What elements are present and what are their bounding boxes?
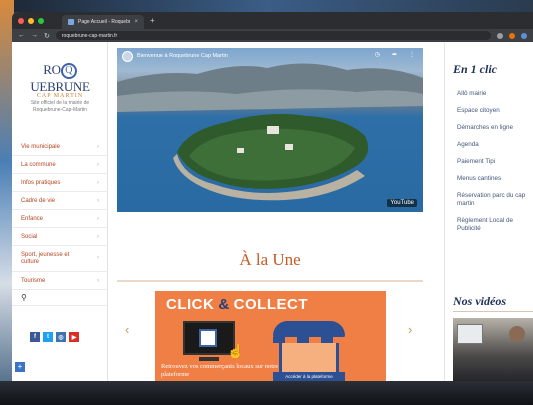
instagram-icon[interactable]: ◎	[56, 332, 66, 342]
tab-home[interactable]: Page Accueil - Roquebrune-Ca ×	[62, 15, 144, 29]
chevron-right-icon: ›	[97, 197, 99, 204]
section-title-une: À la Une	[239, 250, 301, 269]
forward-icon[interactable]: →	[31, 32, 38, 39]
social-links: f t ◎ ▶	[30, 332, 79, 342]
right-column: En 1 clic Allô mairie Espace citoyen Dém…	[444, 42, 533, 381]
quick-link-agenda[interactable]: Agenda	[457, 141, 533, 149]
menu-item-la-commune[interactable]: La commune ›	[12, 156, 108, 174]
address-bar: ← → ↻ roquebrune-cap-martin.fr	[12, 29, 533, 42]
quick-links-list: Allô mairie Espace citoyen Démarches en …	[457, 90, 533, 242]
quick-link-espace-citoyen[interactable]: Espace citoyen	[457, 107, 533, 115]
chevron-right-icon: ›	[97, 277, 99, 284]
quick-link-reglement-publicite[interactable]: Règlement Local de Publicité	[457, 217, 533, 233]
sidebar-search[interactable]: ⚲	[12, 290, 108, 306]
site-tagline: Site officiel de la mairie de Roquebrune…	[30, 100, 90, 113]
watch-later-icon[interactable]: ◷	[375, 51, 380, 58]
quick-link-reservation-parc[interactable]: Réservation parc du cap martin	[457, 192, 533, 208]
menu-item-vie-municipale[interactable]: Vie municipale ›	[12, 138, 108, 156]
tab-close-icon[interactable]: ×	[134, 19, 138, 25]
banner-text: Retrouvez vos commerçants locaux sur not…	[161, 363, 279, 378]
page-content: RO QUEBRUNE CAP MARTIN Site officiel de l…	[12, 42, 533, 381]
minimize-window-icon[interactable]	[28, 17, 34, 24]
chevron-right-icon: ›	[97, 161, 99, 168]
platform-button[interactable]: Accéder à la plateforme	[273, 372, 345, 381]
video-title[interactable]: Bienvenue à Roquebrune Cap Martin	[137, 53, 228, 59]
banner-title: CLICK & COLLECT	[166, 296, 308, 313]
new-tab-button[interactable]: +	[150, 16, 155, 25]
quick-links-title: En 1 clic	[453, 62, 497, 76]
video-thumbnail-scene	[117, 63, 423, 201]
click-collect-banner[interactable]: CLICK & COLLECT ☝ Retrouvez vos commerçant…	[155, 291, 386, 381]
chevron-right-icon: ›	[97, 233, 99, 240]
video-thumbnail[interactable]	[453, 318, 533, 381]
video-screen-illustration	[457, 324, 483, 344]
sidebar: RO QUEBRUNE CAP MARTIN Site officiel de l…	[12, 42, 108, 381]
menu-item-sport-jeunesse-culture[interactable]: Sport, jeunesse et culture ›	[12, 246, 108, 272]
zoom-in-button[interactable]: +	[15, 362, 25, 372]
chevron-right-icon: ›	[97, 143, 99, 150]
video-toolbar: ◷ ➦ ⋮	[375, 51, 415, 58]
carousel-prev-arrow[interactable]: ‹	[125, 322, 129, 337]
quick-link-allo-mairie[interactable]: Allô mairie	[457, 90, 533, 98]
menu-item-cadre-de-vie[interactable]: Cadre de vie ›	[12, 192, 108, 210]
favicon-icon	[68, 19, 74, 25]
tab-title: Page Accueil - Roquebrune-Ca	[78, 19, 130, 25]
computer-stand	[199, 357, 219, 361]
backdrop-top	[0, 0, 533, 12]
facebook-icon[interactable]: f	[30, 332, 40, 342]
chevron-right-icon: ›	[97, 179, 99, 186]
menu-item-social[interactable]: Social ›	[12, 228, 108, 246]
channel-avatar[interactable]	[122, 51, 133, 62]
video-person-illustration	[509, 326, 525, 342]
search-icon[interactable]: ⚲	[21, 293, 27, 302]
qr-code-icon	[199, 329, 217, 347]
profile-icon[interactable]	[521, 32, 527, 39]
quick-link-menus-cantines[interactable]: Menus cantines	[457, 175, 533, 183]
share-icon[interactable]: ➦	[392, 51, 397, 58]
tab-bar: Page Accueil - Roquebrune-Ca × +	[12, 12, 533, 29]
chevron-right-icon: ›	[97, 215, 99, 222]
carousel-next-arrow[interactable]: ›	[408, 322, 412, 337]
section-divider	[117, 280, 423, 282]
menu-item-tourisme[interactable]: Tourisme ›	[12, 272, 108, 290]
quick-link-paiement-tipi[interactable]: Paiement Tipi	[457, 158, 533, 166]
chevron-right-icon: ›	[97, 255, 99, 261]
quick-link-demarches[interactable]: Démarches en ligne	[457, 124, 533, 132]
stall-body	[279, 343, 339, 373]
extension-icon[interactable]	[509, 32, 515, 39]
site-logo[interactable]: RO QUEBRUNE CAP MARTIN	[16, 62, 104, 99]
logo-wordmark: RO QUEBRUNE	[30, 62, 90, 95]
laptop-bezel	[0, 381, 533, 405]
menu-item-infos-pratiques[interactable]: Infos pratiques ›	[12, 174, 108, 192]
browser-window: Page Accueil - Roquebrune-Ca × + ← → ↻ r…	[12, 12, 533, 381]
youtube-icon[interactable]: ▶	[69, 332, 79, 342]
extension-icon[interactable]	[497, 32, 503, 39]
reload-icon[interactable]: ↻	[44, 32, 50, 40]
youtube-badge[interactable]: YouTube	[387, 199, 417, 207]
pointer-hand-icon: ☝	[227, 343, 245, 359]
more-options-icon[interactable]: ⋮	[409, 51, 415, 58]
main-menu: Vie municipale › La commune › Infos pratiq…	[12, 138, 108, 306]
url-field[interactable]: roquebrune-cap-martin.fr	[55, 31, 491, 40]
logo-subtitle: CAP MARTIN	[36, 93, 84, 100]
videos-title: Nos vidéos	[453, 294, 506, 308]
close-window-icon[interactable]	[18, 17, 24, 24]
maximize-window-icon[interactable]	[38, 17, 44, 24]
videos-divider	[453, 311, 533, 312]
menu-item-enfance[interactable]: Enfance ›	[12, 210, 108, 228]
logo-q-icon: Q	[60, 63, 77, 80]
twitter-icon[interactable]: t	[43, 332, 53, 342]
welcome-video[interactable]: Bienvenue à Roquebrune Cap Martin ◷ ➦ ⋮ …	[117, 48, 423, 212]
back-icon[interactable]: ←	[18, 32, 25, 39]
stall-awning	[273, 321, 345, 337]
